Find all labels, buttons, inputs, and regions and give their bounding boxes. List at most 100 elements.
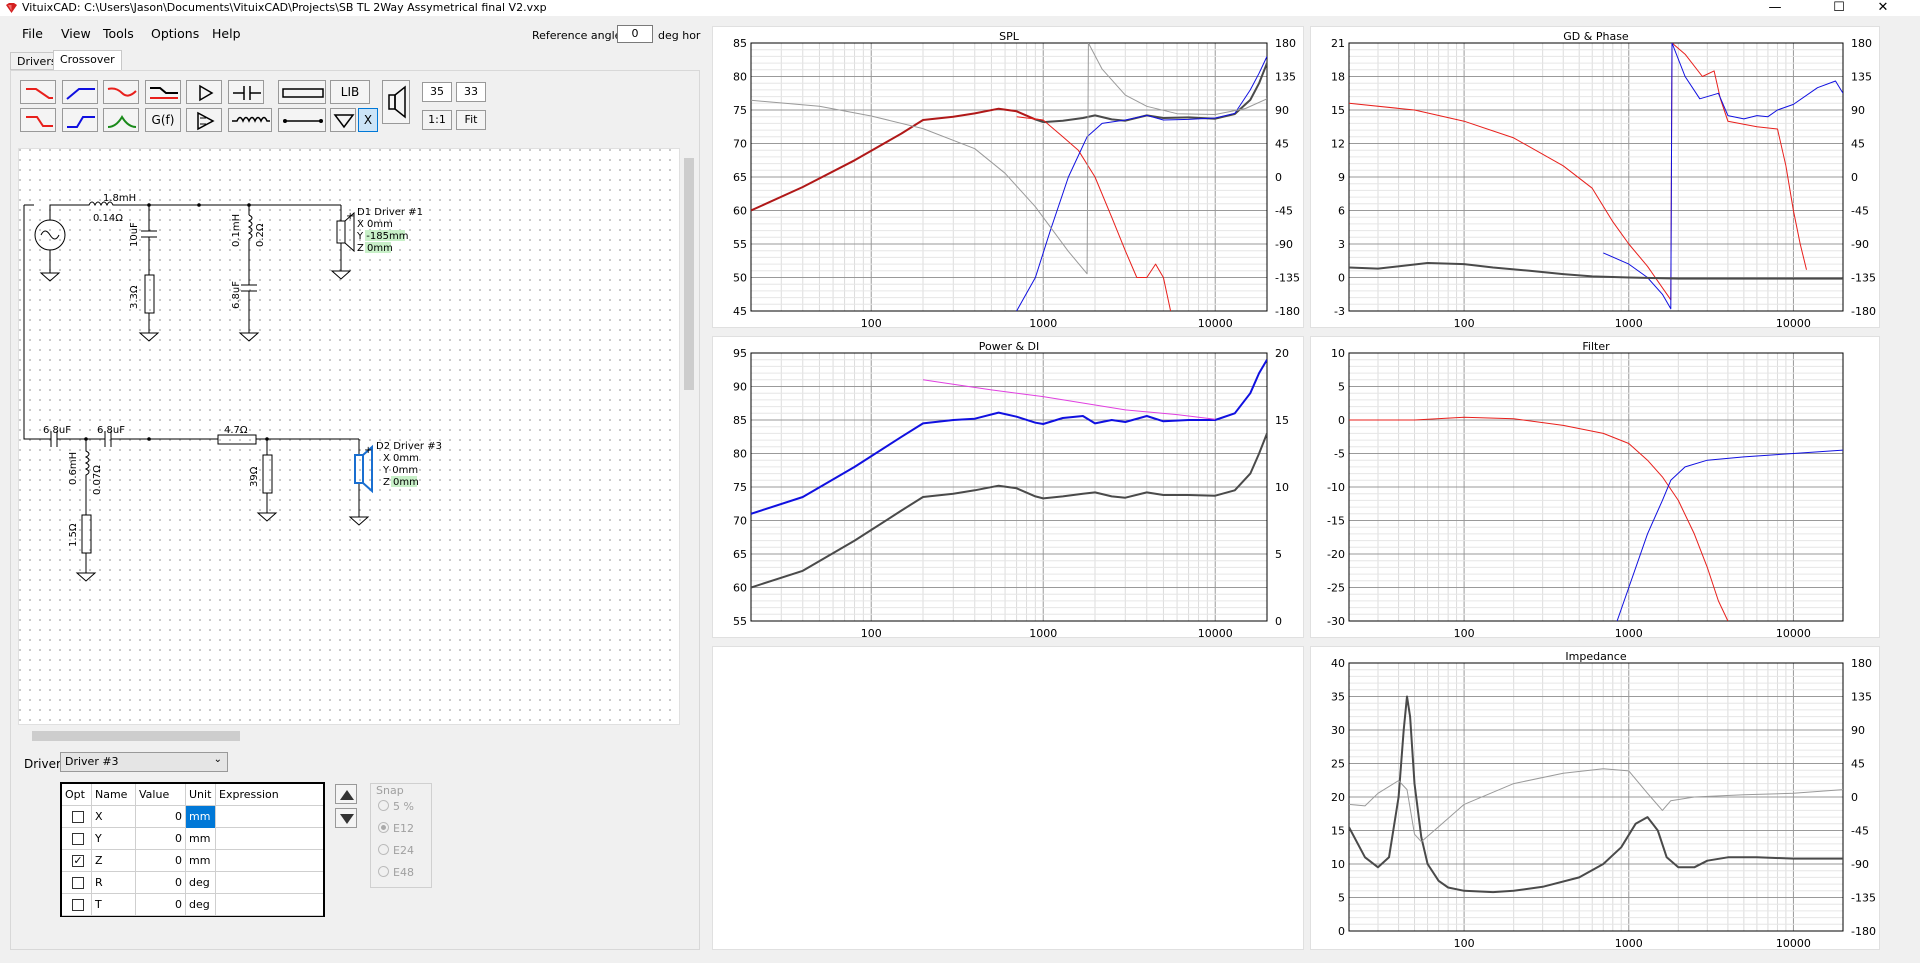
ground-button[interactable] <box>330 108 356 132</box>
checkbox[interactable] <box>72 833 84 845</box>
menu-tools[interactable]: Tools <box>103 26 134 41</box>
expression-cell[interactable] <box>216 850 323 872</box>
snap-option-e12[interactable]: E12 <box>378 822 414 835</box>
filter-chart[interactable]: 10 5 0 -5 -10 -15 -20 -25 -30 100 1000 10000 Filter <box>1311 337 1881 640</box>
y-tick-label: 85 <box>733 37 747 50</box>
value-cell[interactable]: 0 <box>136 850 186 872</box>
maximize-button[interactable]: ☐ <box>1816 0 1862 16</box>
reference-angle-input[interactable]: 0 <box>617 25 653 43</box>
bandpass-button[interactable] <box>103 108 139 132</box>
lowpass-2nd-button[interactable] <box>20 108 56 132</box>
expression-cell[interactable] <box>216 828 323 850</box>
name-cell[interactable]: R <box>92 872 136 894</box>
table-row[interactable]: ✓ Z 0 mm <box>62 850 323 872</box>
d2-name-label: D2 Driver #3 <box>376 441 442 452</box>
checkbox[interactable]: ✓ <box>72 855 84 867</box>
menu-options[interactable]: Options <box>151 26 199 41</box>
lowpass-1st-button[interactable] <box>20 80 56 104</box>
value-cell[interactable]: 0 <box>136 806 186 828</box>
unit-cell[interactable]: mm <box>186 828 216 850</box>
lowshelf-button[interactable] <box>145 80 181 104</box>
minimize-button[interactable]: — <box>1752 0 1798 16</box>
value-cell[interactable]: 0 <box>136 872 186 894</box>
value-cell[interactable]: 0 <box>136 828 186 850</box>
unit-cell[interactable]: mm <box>186 850 216 872</box>
l3r-label: 0.07Ω <box>92 465 103 495</box>
driver-select[interactable]: Driver #3 ⌄ <box>60 752 228 772</box>
y2-tick-label: -45 <box>1851 825 1869 838</box>
schematic-horizontal-scroll-thumb[interactable] <box>32 731 240 741</box>
name-cell[interactable]: T <box>92 894 136 916</box>
opt-cell[interactable] <box>62 806 92 828</box>
snap-option-e48[interactable]: E48 <box>378 866 414 879</box>
opt-cell[interactable] <box>62 894 92 916</box>
opt-cell[interactable] <box>62 828 92 850</box>
expression-cell[interactable] <box>216 894 323 916</box>
chevron-down-icon: ⌄ <box>213 754 222 765</box>
table-row[interactable]: T 0 deg <box>62 894 323 916</box>
y-tick-label: 0 <box>1338 414 1345 427</box>
impedance-chart[interactable]: 40 35 30 25 20 15 10 5 0 180 135 90 45 0 -45 -90 -135 -18… <box>1311 647 1881 951</box>
menu-file[interactable]: File <box>22 26 43 41</box>
power-di-chart[interactable]: 95 90 85 80 75 70 65 60 55 20 15 10 5 0 100 1000 10000 Po… <box>713 337 1305 640</box>
highpass-2nd-button[interactable] <box>62 108 98 132</box>
zoom-1to1-button[interactable]: 1:1 <box>422 110 452 130</box>
reference-angle-label: Reference angle <box>532 29 622 42</box>
inductor-button[interactable] <box>228 108 272 132</box>
y-tick-label: 18 <box>1331 71 1345 84</box>
move-down-button[interactable] <box>335 808 357 828</box>
x-tick-label: 1000 <box>1615 627 1643 639</box>
wire-button[interactable] <box>278 108 326 132</box>
speaker-button[interactable] <box>382 80 410 124</box>
table-row[interactable]: X 0 mm <box>62 806 323 828</box>
grid-x-input[interactable]: 35 <box>422 82 452 102</box>
checkbox[interactable] <box>72 877 84 889</box>
menu-help[interactable]: Help <box>212 26 241 41</box>
y-tick-label: 10 <box>1331 858 1345 871</box>
unit-cell[interactable]: deg <box>186 872 216 894</box>
library-button[interactable]: LIB <box>330 80 370 104</box>
expression-cell[interactable] <box>216 806 323 828</box>
expression-cell[interactable] <box>216 872 323 894</box>
close-button[interactable]: ✕ <box>1860 0 1906 16</box>
menu-view[interactable]: View <box>61 26 91 41</box>
amplifier-button[interactable] <box>186 108 222 132</box>
series-line-0 <box>751 107 1044 212</box>
y-tick-label: 30 <box>1331 724 1345 737</box>
y-tick-label: 80 <box>733 71 747 84</box>
zoom-fit-button[interactable]: Fit <box>456 110 486 130</box>
tab-crossover[interactable]: Crossover <box>53 50 122 70</box>
value-cell[interactable]: 0 <box>136 894 186 916</box>
checkbox[interactable] <box>72 899 84 911</box>
gd-phase-chart[interactable]: 21 18 15 12 9 6 3 0 -3 180 135 90 45 0 -45 -90 -135 -180 1… <box>1311 27 1881 330</box>
app-logo-icon <box>6 3 17 13</box>
resistor-button[interactable] <box>278 80 326 104</box>
snap-option-5pct[interactable]: 5 % <box>378 800 414 813</box>
opt-cell[interactable]: ✓ <box>62 850 92 872</box>
checkbox[interactable] <box>72 811 84 823</box>
move-up-button[interactable] <box>335 784 357 804</box>
schematic-vertical-scroll-thumb[interactable] <box>684 158 694 390</box>
table-row[interactable]: R 0 deg <box>62 872 323 894</box>
capacitor-button[interactable] <box>228 80 264 104</box>
unit-cell[interactable]: deg <box>186 894 216 916</box>
opt-cell[interactable] <box>62 872 92 894</box>
unit-cell[interactable]: mm <box>186 806 216 828</box>
delete-button[interactable]: X <box>358 108 378 132</box>
empty-chart-panel <box>712 646 1304 950</box>
name-cell[interactable]: Y <box>92 828 136 850</box>
snap-option-e24[interactable]: E24 <box>378 844 414 857</box>
schematic-canvas[interactable]: + + 1.8mH 0.14Ω 10uF 3.3Ω 0.1mH 0.2Ω 6.8… <box>18 148 680 725</box>
buffer-button[interactable] <box>186 80 222 104</box>
series-group <box>1349 695 1843 894</box>
name-cell[interactable]: Z <box>92 850 136 872</box>
spl-chart[interactable]: 85 80 75 70 65 60 55 50 45 180 135 90 45 0 -45 -90 -135 -… <box>713 27 1305 330</box>
gf-button[interactable]: G(f) <box>145 108 181 132</box>
highpass-1st-button[interactable] <box>62 80 98 104</box>
x-tick-label: 100 <box>1454 627 1475 639</box>
name-cell[interactable]: X <box>92 806 136 828</box>
bandstop-button[interactable] <box>103 80 139 104</box>
grid-y-input[interactable]: 33 <box>456 82 486 102</box>
table-row[interactable]: Y 0 mm <box>62 828 323 850</box>
x-tick-label: 1000 <box>1615 317 1643 329</box>
